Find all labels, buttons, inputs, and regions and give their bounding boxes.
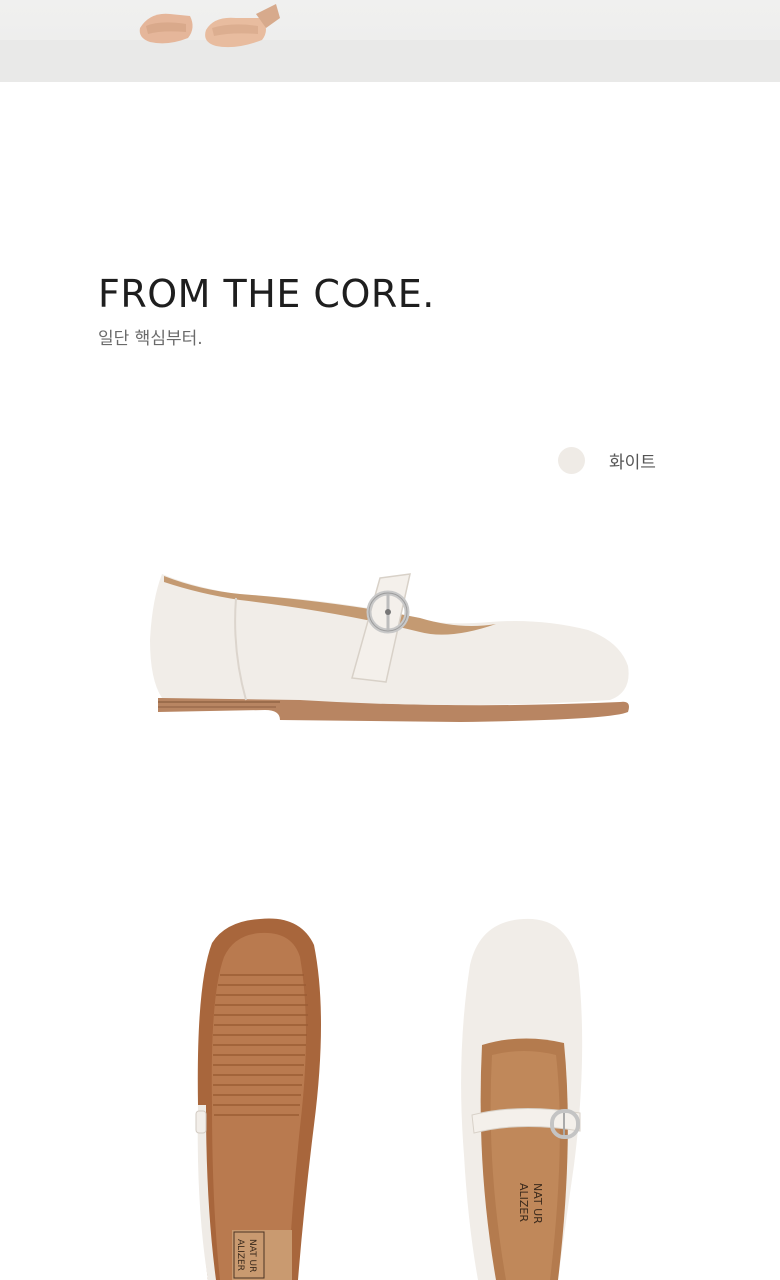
- color-swatch[interactable]: [558, 446, 585, 474]
- shoe-top-bottom-views-image: ALIZER NAT UR ALIZER NAT UR: [195, 918, 583, 1280]
- section-subhead: 일단 핵심부터.: [98, 329, 203, 349]
- sandal-feet-image: [139, 4, 280, 48]
- svg-text:NAT UR: NAT UR: [531, 1183, 544, 1224]
- hero-sandal-photo: [0, 0, 780, 82]
- color-label: 화이트: [609, 452, 656, 473]
- svg-text:ALIZER: ALIZER: [517, 1183, 530, 1222]
- section-headline: FROM THE CORE.: [98, 272, 435, 316]
- shoe-side-view-image: [150, 573, 629, 722]
- svg-text:NAT UR: NAT UR: [247, 1239, 257, 1272]
- color-option-white[interactable]: 화이트: [558, 446, 656, 474]
- svg-text:ALIZER: ALIZER: [235, 1239, 245, 1271]
